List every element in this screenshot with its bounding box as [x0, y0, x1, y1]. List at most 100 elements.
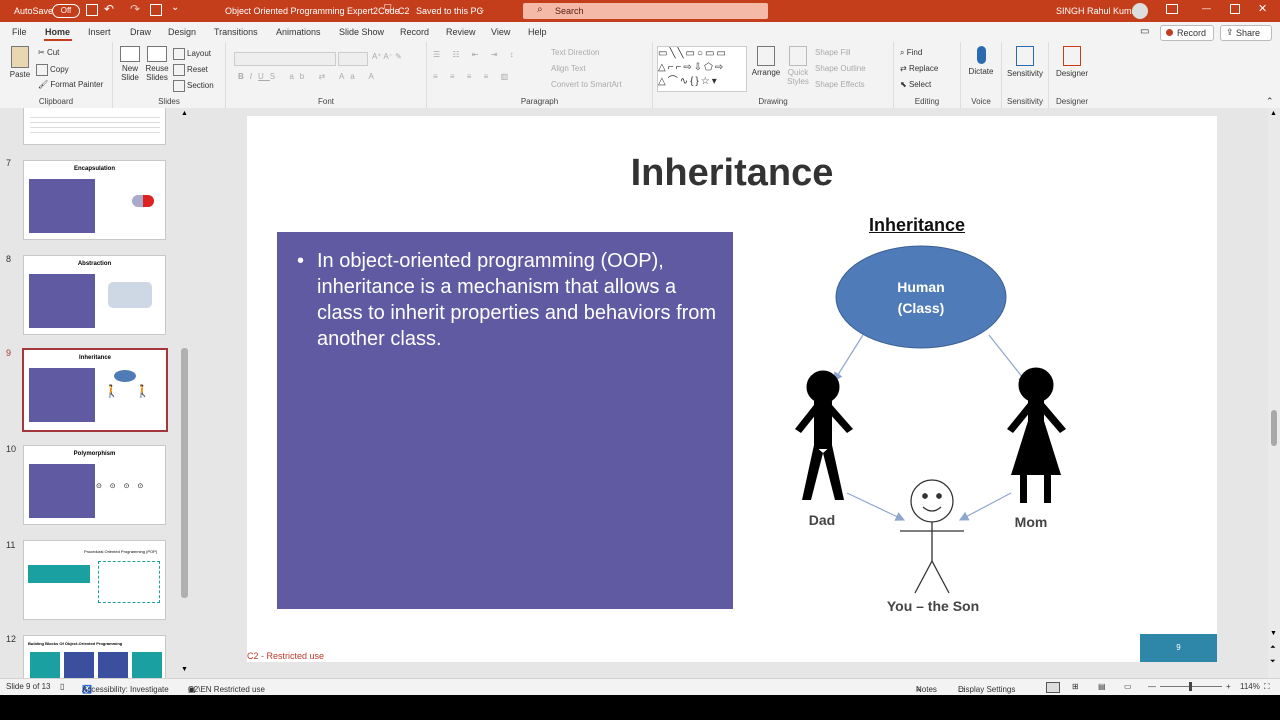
- redo-icon[interactable]: ↷: [130, 2, 140, 16]
- spelling-icon[interactable]: ▯: [60, 682, 64, 691]
- cut-button[interactable]: ✂ Cut: [38, 48, 59, 57]
- shapes-gallery[interactable]: ▭╲╲▭○▭▭ △⌐⌐⇨⇩⬠⇨ △⌒∿{}☆▾: [657, 46, 747, 92]
- scroll-down-icon[interactable]: ▼: [181, 666, 188, 673]
- reading-view-icon[interactable]: ▤: [1098, 682, 1106, 691]
- thumbnail-scrollbar[interactable]: ▲ ▼: [179, 108, 191, 678]
- thumbnail-slide-10[interactable]: Polymorphism ⊙ ⊙ ⊙ ⊙: [23, 445, 166, 525]
- text-panel[interactable]: • In object-oriented programming (OOP), …: [277, 232, 733, 609]
- thumbnail-slide-7[interactable]: Encapsulation: [23, 160, 166, 240]
- select-button[interactable]: ⬉ Select: [900, 80, 931, 89]
- list-icons[interactable]: ☰ ☷ ⇤ ⇥ ↕: [433, 50, 519, 59]
- quick-styles-label: Quick Styles: [787, 68, 809, 86]
- comments-icon[interactable]: ▭: [1140, 26, 1149, 37]
- autosave-toggle[interactable]: Off: [52, 4, 80, 18]
- car-image: [108, 282, 152, 308]
- close-icon[interactable]: ✕: [1258, 2, 1267, 15]
- copy-button[interactable]: Copy: [36, 64, 69, 76]
- tab-record[interactable]: Record: [400, 27, 429, 37]
- format-painter-button[interactable]: 🖌 Format Painter: [38, 80, 103, 89]
- class-line1: Human: [897, 279, 944, 295]
- thumbnail-partial[interactable]: [23, 108, 166, 145]
- quick-styles-button[interactable]: Quick Styles: [785, 46, 811, 86]
- thumbnail-slide-9[interactable]: Inheritance 🚶🚶: [22, 348, 168, 432]
- prev-slide-icon[interactable]: ⏶: [1270, 644, 1276, 652]
- thumbnail-slide-12[interactable]: Building Blocks Of Object-Oriented Progr…: [23, 635, 166, 678]
- text-direction-button[interactable]: Text Direction: [551, 48, 599, 57]
- thumbnail-slide-11[interactable]: Procedural Oriented Programming (POP): [23, 540, 166, 620]
- scroll-up-icon[interactable]: ▲: [181, 110, 188, 117]
- next-slide-icon[interactable]: ⏷: [1270, 658, 1276, 666]
- shape-fill-button[interactable]: Shape Fill: [815, 48, 851, 57]
- present-icon[interactable]: [150, 4, 162, 16]
- paste-button[interactable]: Paste: [8, 46, 32, 79]
- scroll-thumb[interactable]: [181, 348, 188, 598]
- scroll-down-icon[interactable]: ▼: [1270, 630, 1277, 637]
- font-size-select[interactable]: [338, 52, 368, 66]
- tab-view[interactable]: View: [491, 27, 510, 37]
- font-format-icons[interactable]: BIUS ab ⇄ Aa A: [238, 72, 380, 81]
- shape-effects-button[interactable]: Shape Effects: [815, 80, 865, 89]
- slide-sorter-icon[interactable]: ⊞: [1072, 682, 1079, 691]
- tab-design[interactable]: Design: [168, 27, 196, 37]
- shape-outline-button[interactable]: Shape Outline: [815, 64, 866, 73]
- saved-dropdown-icon[interactable]: ⌄: [478, 4, 486, 15]
- tab-help[interactable]: Help: [528, 27, 547, 37]
- slide-counter: Slide 9 of 13: [6, 682, 51, 691]
- arrange-button[interactable]: Arrange: [751, 46, 781, 77]
- font-name-select[interactable]: [234, 52, 336, 66]
- fit-slide-icon[interactable]: ⛶: [1264, 682, 1270, 692]
- collapse-ribbon-icon[interactable]: ⌃: [1266, 96, 1274, 107]
- layout-button[interactable]: Layout: [173, 48, 211, 60]
- zoom-out-button[interactable]: —: [1148, 682, 1156, 691]
- user-name[interactable]: SINGH Rahul Kumar: [1056, 6, 1140, 16]
- new-slide-button[interactable]: New Slide: [118, 46, 142, 82]
- sensitivity-button[interactable]: Sensitivity: [1006, 46, 1044, 78]
- find-button[interactable]: ⌕ Find: [900, 48, 922, 58]
- convert-smartart-button[interactable]: Convert to SmartArt: [551, 80, 622, 89]
- minimize-icon[interactable]: —: [1202, 3, 1211, 13]
- share-button[interactable]: ⇪ Share: [1220, 25, 1272, 41]
- slideshow-icon[interactable]: ▭: [1124, 682, 1132, 691]
- tab-draw[interactable]: Draw: [130, 27, 151, 37]
- tab-transitions[interactable]: Transitions: [214, 27, 258, 37]
- tab-animations[interactable]: Animations: [276, 27, 321, 37]
- title-bar: AutoSave Off ↶ ↷ ⌄ Object Oriented Progr…: [0, 0, 1280, 22]
- save-icon[interactable]: [86, 4, 98, 16]
- dictate-button[interactable]: Dictate: [966, 46, 996, 76]
- inheritance-diagram: Human (Class) Dad Mom You – the Son: [795, 245, 1066, 614]
- avatar[interactable]: [1132, 3, 1148, 19]
- zoom-in-button[interactable]: +: [1226, 682, 1231, 691]
- maximize-icon[interactable]: [1230, 4, 1240, 14]
- align-text-button[interactable]: Align Text: [551, 64, 586, 73]
- slides-group-label: Slides: [158, 97, 180, 106]
- undo-icon[interactable]: ↶: [104, 2, 114, 16]
- slide-scrollbar[interactable]: ▲ ▼ ⏶ ⏷: [1268, 108, 1280, 678]
- tab-review[interactable]: Review: [446, 27, 476, 37]
- tab-home[interactable]: Home: [45, 27, 70, 37]
- align-icons[interactable]: ≡ ≡ ≡ ≡ ▥: [433, 72, 513, 81]
- ribbon-display-icon[interactable]: [1166, 4, 1178, 14]
- reuse-slides-icon: [147, 46, 167, 62]
- scissors-icon: ✂: [38, 48, 45, 57]
- search-box[interactable]: ⌕ Search: [523, 3, 768, 19]
- tab-file[interactable]: File: [12, 27, 27, 37]
- zoom-level[interactable]: 114%: [1240, 682, 1260, 691]
- scroll-up-icon[interactable]: ▲: [1270, 110, 1277, 117]
- customize-icon[interactable]: ⌄: [171, 2, 179, 13]
- replace-button[interactable]: ⇄ Replace: [900, 64, 938, 73]
- zoom-slider-handle[interactable]: [1189, 682, 1192, 691]
- slide-title[interactable]: Inheritance: [247, 152, 1217, 195]
- reset-button[interactable]: Reset: [173, 64, 208, 76]
- font-size-controls-icon[interactable]: A⁺ A⁻ ✎: [372, 52, 402, 61]
- scroll-thumb[interactable]: [1271, 410, 1277, 446]
- normal-view-icon[interactable]: [1046, 682, 1060, 693]
- tab-slide-show[interactable]: Slide Show: [339, 27, 384, 37]
- reuse-slides-button[interactable]: Reuse Slides: [145, 46, 169, 82]
- designer-button[interactable]: Designer: [1055, 46, 1089, 78]
- record-button[interactable]: Record: [1160, 25, 1214, 41]
- class-line2: (Class): [898, 300, 945, 316]
- thumbnail-slide-8[interactable]: Abstraction: [23, 255, 166, 335]
- section-button[interactable]: Section: [173, 80, 214, 92]
- slide[interactable]: Inheritance • In object-oriented program…: [247, 116, 1217, 662]
- tab-insert[interactable]: Insert: [88, 27, 111, 37]
